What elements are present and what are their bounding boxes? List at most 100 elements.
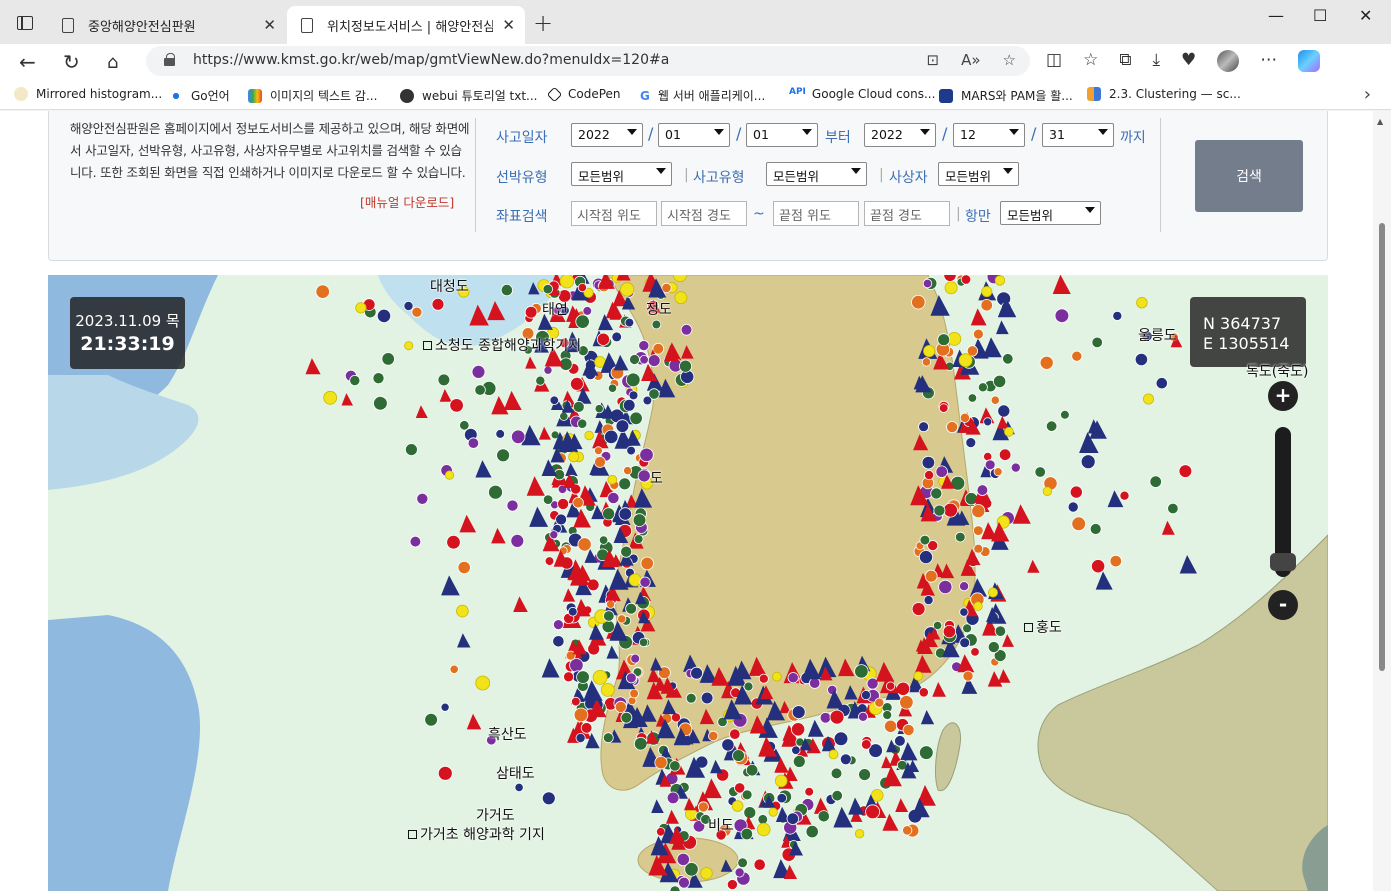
accident-marker[interactable]: [555, 513, 567, 526]
accident-marker[interactable]: [652, 342, 665, 355]
port-select[interactable]: 모든범위: [1000, 201, 1101, 225]
vessel-marker[interactable]: [613, 354, 629, 371]
accident-marker[interactable]: [457, 560, 471, 575]
accident-marker[interactable]: [943, 502, 958, 518]
accident-marker[interactable]: [942, 624, 957, 639]
accident-marker[interactable]: [792, 755, 806, 768]
accident-marker[interactable]: [632, 513, 647, 527]
accident-marker[interactable]: [580, 722, 593, 734]
accident-marker[interactable]: [899, 695, 914, 710]
ship-type-select[interactable]: 모든범위: [571, 162, 672, 186]
bookmark-item[interactable]: API Google Cloud cons...: [789, 87, 935, 101]
accident-marker[interactable]: [964, 492, 978, 506]
accident-marker[interactable]: [829, 709, 845, 725]
accident-marker[interactable]: [592, 669, 608, 685]
accident-marker[interactable]: [734, 782, 746, 794]
scroll-up-icon[interactable]: ▲: [1377, 117, 1383, 126]
zoom-in-button[interactable]: +: [1268, 381, 1298, 411]
vessel-marker[interactable]: [466, 713, 482, 730]
vessel-marker[interactable]: [996, 320, 1009, 335]
favorites-icon[interactable]: ☆: [1083, 50, 1098, 72]
accident-marker[interactable]: [600, 682, 615, 697]
accident-marker[interactable]: [902, 723, 915, 736]
accident-marker[interactable]: [431, 297, 445, 311]
accident-marker[interactable]: [511, 429, 526, 445]
accident-marker[interactable]: [446, 535, 461, 550]
accident-marker[interactable]: [743, 681, 754, 692]
accident-marker[interactable]: [756, 822, 771, 837]
accident-marker[interactable]: [994, 275, 1006, 286]
accident-marker[interactable]: [1002, 353, 1014, 365]
split-screen-icon[interactable]: ◫: [1046, 50, 1062, 72]
bookmark-item[interactable]: MARS와 PAM을 활...: [939, 87, 1073, 104]
accident-marker[interactable]: [988, 587, 999, 598]
accident-marker[interactable]: [618, 477, 632, 491]
vessel-marker[interactable]: [665, 809, 679, 824]
accident-marker[interactable]: [973, 601, 983, 611]
accident-marker[interactable]: [620, 282, 635, 297]
accident-marker[interactable]: [833, 731, 849, 747]
accident-marker[interactable]: [1071, 350, 1083, 362]
accident-marker[interactable]: [577, 537, 592, 552]
accident-marker[interactable]: [708, 730, 719, 742]
accident-marker[interactable]: [919, 534, 931, 546]
vessel-marker[interactable]: [341, 393, 354, 406]
accident-marker[interactable]: [598, 535, 609, 545]
vessel-marker[interactable]: [606, 645, 619, 659]
favorite-star-icon[interactable]: ☆: [1003, 51, 1016, 69]
accident-marker[interactable]: [381, 352, 395, 366]
accident-marker[interactable]: [1091, 559, 1106, 574]
accident-marker[interactable]: [372, 372, 385, 385]
accident-marker[interactable]: [629, 688, 639, 699]
accident-marker[interactable]: [572, 400, 585, 413]
accident-marker[interactable]: [973, 543, 984, 554]
accident-marker[interactable]: [970, 647, 980, 657]
accident-marker[interactable]: [1136, 297, 1148, 309]
close-icon[interactable]: ✕: [502, 16, 515, 34]
accident-marker[interactable]: [1091, 336, 1103, 349]
accident-marker[interactable]: [972, 525, 984, 536]
accident-marker[interactable]: [456, 604, 469, 618]
accident-marker[interactable]: [535, 375, 546, 386]
accident-marker[interactable]: [607, 474, 618, 485]
accident-marker[interactable]: [937, 333, 951, 347]
accident-marker[interactable]: [1060, 410, 1070, 420]
accident-marker[interactable]: [323, 390, 338, 405]
vessel-marker[interactable]: [703, 778, 722, 799]
accident-marker[interactable]: [980, 299, 993, 312]
accident-marker[interactable]: [638, 340, 650, 352]
accident-marker[interactable]: [954, 531, 966, 543]
accident-marker[interactable]: [935, 465, 948, 478]
accident-marker[interactable]: [570, 696, 581, 707]
accident-marker[interactable]: [938, 403, 949, 413]
bookmark-item[interactable]: 이미지의 텍스트 감...: [248, 87, 377, 104]
vessel-marker[interactable]: [475, 460, 492, 478]
vessel-marker[interactable]: [932, 682, 946, 697]
accident-marker[interactable]: [572, 496, 584, 509]
accident-marker[interactable]: [557, 497, 570, 510]
vessel-marker[interactable]: [525, 356, 537, 369]
accident-marker[interactable]: [638, 637, 649, 648]
accident-marker[interactable]: [355, 302, 367, 314]
accident-marker[interactable]: [471, 365, 486, 379]
accident-marker[interactable]: [474, 384, 486, 396]
accident-marker[interactable]: [729, 728, 741, 740]
accident-marker[interactable]: [828, 749, 839, 760]
accident-marker[interactable]: [768, 807, 778, 817]
accident-marker[interactable]: [854, 829, 865, 839]
vessel-marker[interactable]: [439, 389, 452, 402]
accident-marker[interactable]: [944, 281, 958, 295]
blocked-popup-icon[interactable]: ⊡: [927, 51, 940, 69]
accident-marker[interactable]: [575, 732, 586, 743]
accident-marker[interactable]: [524, 305, 538, 319]
accident-marker[interactable]: [637, 469, 651, 483]
start-day-select[interactable]: 01: [746, 123, 818, 147]
accident-marker[interactable]: [500, 284, 513, 297]
start-lon-input[interactable]: 시작점 경도: [661, 201, 747, 226]
vessel-marker[interactable]: [1095, 571, 1113, 590]
vessel-marker[interactable]: [1002, 634, 1014, 647]
accident-type-select[interactable]: 모든범위: [766, 162, 867, 186]
accident-marker[interactable]: [444, 470, 455, 480]
accident-marker[interactable]: [737, 857, 748, 869]
accident-marker[interactable]: [559, 275, 575, 289]
